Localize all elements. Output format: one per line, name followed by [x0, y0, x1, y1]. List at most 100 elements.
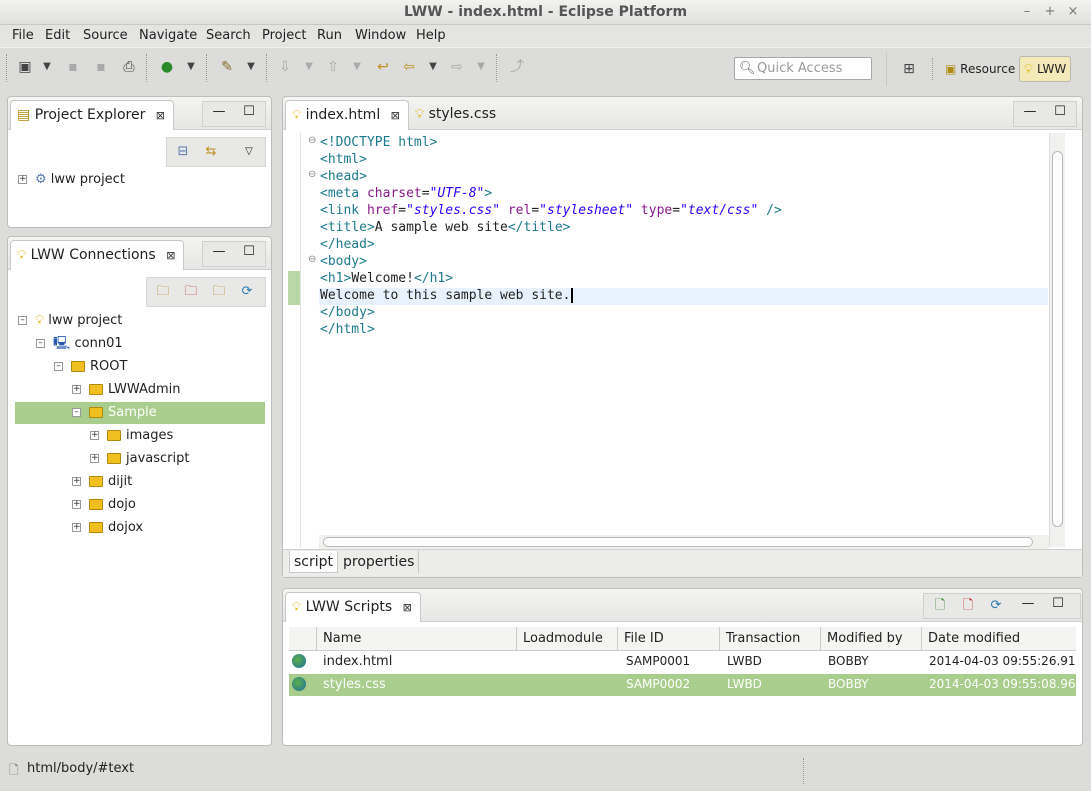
menu-project[interactable]: Project [262, 28, 306, 43]
minimize-icon[interactable]: — [209, 244, 229, 259]
expand-icon[interactable]: + [72, 477, 81, 486]
perspective-lww-button[interactable]: 💡︎ LWW [1019, 56, 1072, 82]
back-icon[interactable]: ⇦ [398, 56, 420, 78]
delete-script-icon[interactable]: 🗋︎ [956, 594, 980, 618]
tree-item-root[interactable]: – ROOT [54, 356, 127, 378]
folder-icon[interactable]: 🗀︎ [207, 280, 231, 304]
next-annotation-dropdown-icon[interactable]: ▼ [298, 56, 320, 78]
previous-annotation-icon[interactable]: ⇧ [322, 56, 344, 78]
maximize-icon[interactable]: ☐ [239, 244, 259, 259]
code-line[interactable]: <link href="styles.css" rel="stylesheet"… [320, 202, 782, 219]
previous-annotation-dropdown-icon[interactable]: ▼ [346, 56, 368, 78]
tree-item-lwwadmin[interactable]: + LWWAdmin [72, 379, 180, 401]
tab-project-explorer[interactable]: ▤ Project Explorer ⊠ [10, 100, 174, 130]
close-icon[interactable]: ⊠ [391, 109, 400, 122]
new-icon[interactable]: ▣ [14, 56, 36, 78]
new-dropdown-icon[interactable]: ▼ [36, 56, 58, 78]
collapse-icon[interactable]: – [72, 408, 81, 417]
fold-icon[interactable]: ⊖ [308, 254, 318, 265]
run-icon[interactable]: ● [156, 56, 178, 78]
minimize-icon[interactable]: — [1020, 104, 1040, 119]
column-header-transaction[interactable]: Transaction [720, 627, 821, 651]
column-header-loadmodule[interactable]: Loadmodule [517, 627, 618, 651]
menu-source[interactable]: Source [83, 28, 128, 43]
minimize-icon[interactable]: — [209, 104, 229, 119]
close-icon[interactable]: ⊠ [156, 109, 165, 122]
save-all-icon[interactable]: ▪ [90, 56, 112, 78]
tree-item-sample[interactable]: – Sample [15, 402, 265, 424]
table-row[interactable]: index.html SAMP0001 LWBD BOBBY 2014-04-0… [289, 651, 1076, 673]
collapse-icon[interactable]: – [18, 316, 27, 325]
code-line[interactable]: <!DOCTYPE html> [320, 134, 437, 151]
code-line[interactable]: <meta charset="UTF-8"> [320, 185, 492, 202]
delete-folder-icon[interactable]: 🗀︎ [179, 280, 203, 304]
menu-file[interactable]: File [12, 28, 34, 43]
code-line[interactable]: <head> [320, 168, 367, 185]
forward-icon[interactable]: ⇨ [446, 56, 468, 78]
perspective-resource-button[interactable]: ▣ Resource [940, 56, 1020, 82]
code-line-current[interactable]: Welcome to this sample web site. [320, 287, 574, 304]
code-line[interactable]: </html> [320, 321, 375, 338]
external-tools-icon[interactable]: ✎ [216, 56, 238, 78]
tab-index-html[interactable]: 💡︎ index.html ⊠ [285, 100, 409, 130]
external-tools-dropdown-icon[interactable]: ▼ [240, 56, 262, 78]
open-perspective-icon[interactable]: ⊞ [898, 58, 920, 80]
next-annotation-icon[interactable]: ⇩ [274, 56, 296, 78]
code-line[interactable]: </head> [320, 236, 375, 253]
collapse-icon[interactable]: – [36, 339, 45, 348]
tree-item-dojo[interactable]: + dojo [72, 494, 136, 516]
tree-item-lww-project[interactable]: – 💡︎ lww project [18, 310, 122, 332]
menu-navigate[interactable]: Navigate [139, 28, 197, 43]
expand-icon[interactable]: + [72, 523, 81, 532]
refresh-icon[interactable]: ⟳ [235, 280, 259, 304]
scrollbar-thumb[interactable] [323, 537, 1033, 547]
tab-script[interactable]: script [289, 551, 339, 573]
vertical-scrollbar[interactable] [1049, 133, 1065, 547]
pin-editor-icon[interactable]: ⤴ [506, 56, 528, 78]
tree-item-dijit[interactable]: + dijit [72, 471, 132, 493]
minimize-window-icon[interactable]: – [1019, 4, 1035, 20]
view-menu-icon[interactable]: ▽ [237, 140, 261, 164]
minimize-icon[interactable]: — [1018, 596, 1038, 611]
table-row-selected[interactable]: styles.css SAMP0002 LWBD BOBBY 2014-04-0… [289, 674, 1076, 696]
maximize-icon[interactable]: ☐ [239, 104, 259, 119]
code-line[interactable]: </body> [320, 304, 375, 321]
code-line[interactable]: <h1>Welcome!</h1> [320, 270, 453, 287]
column-header-modified-by[interactable]: Modified by [821, 627, 922, 651]
menu-edit[interactable]: Edit [45, 28, 70, 43]
menu-search[interactable]: Search [206, 28, 251, 43]
collapse-icon[interactable]: – [54, 362, 63, 371]
code-line[interactable]: <title>A sample web site</title> [320, 219, 570, 236]
expand-icon[interactable]: + [90, 454, 99, 463]
close-icon[interactable]: ⊠ [403, 601, 412, 614]
new-script-icon[interactable]: 🗋︎ [928, 594, 952, 618]
tree-item-dojox[interactable]: + dojox [72, 517, 143, 539]
tree-item[interactable]: + ⚙ lww project [18, 169, 125, 191]
collapse-all-icon[interactable]: ⊟ [171, 140, 195, 164]
fold-icon[interactable]: ⊖ [308, 169, 318, 180]
tree-item-conn01[interactable]: – 🖳︎ conn01 [36, 333, 123, 355]
tab-styles-css[interactable]: 💡︎ styles.css [409, 100, 504, 130]
menu-help[interactable]: Help [416, 28, 446, 43]
tab-lww-scripts[interactable]: 💡︎ LWW Scripts ⊠ [285, 592, 421, 622]
back-dropdown-icon[interactable]: ▼ [422, 56, 444, 78]
new-folder-icon[interactable]: 🗀︎ [151, 280, 175, 304]
scrollbar-thumb[interactable] [1052, 151, 1063, 527]
tree-item-javascript[interactable]: + javascript [90, 448, 189, 470]
horizontal-scrollbar[interactable] [319, 535, 1049, 549]
refresh-icon[interactable]: ⟳ [984, 594, 1008, 618]
expand-icon[interactable]: + [72, 500, 81, 509]
column-header-name[interactable]: Name [317, 627, 517, 651]
run-dropdown-icon[interactable]: ▼ [180, 56, 202, 78]
maximize-icon[interactable]: ☐ [1050, 104, 1070, 119]
quick-access-input[interactable]: 🔍︎ Quick Access [734, 57, 872, 80]
forward-dropdown-icon[interactable]: ▼ [470, 56, 492, 78]
fold-icon[interactable]: ⊖ [308, 135, 318, 146]
maximize-icon[interactable]: ☐ [1048, 596, 1068, 611]
close-window-icon[interactable]: × [1065, 4, 1081, 20]
code-line[interactable]: <body> [320, 253, 367, 270]
close-icon[interactable]: ⊠ [166, 249, 175, 262]
last-edit-location-icon[interactable]: ↩ [372, 56, 394, 78]
column-header-file-id[interactable]: File ID [618, 627, 720, 651]
tab-properties[interactable]: properties [339, 551, 420, 573]
